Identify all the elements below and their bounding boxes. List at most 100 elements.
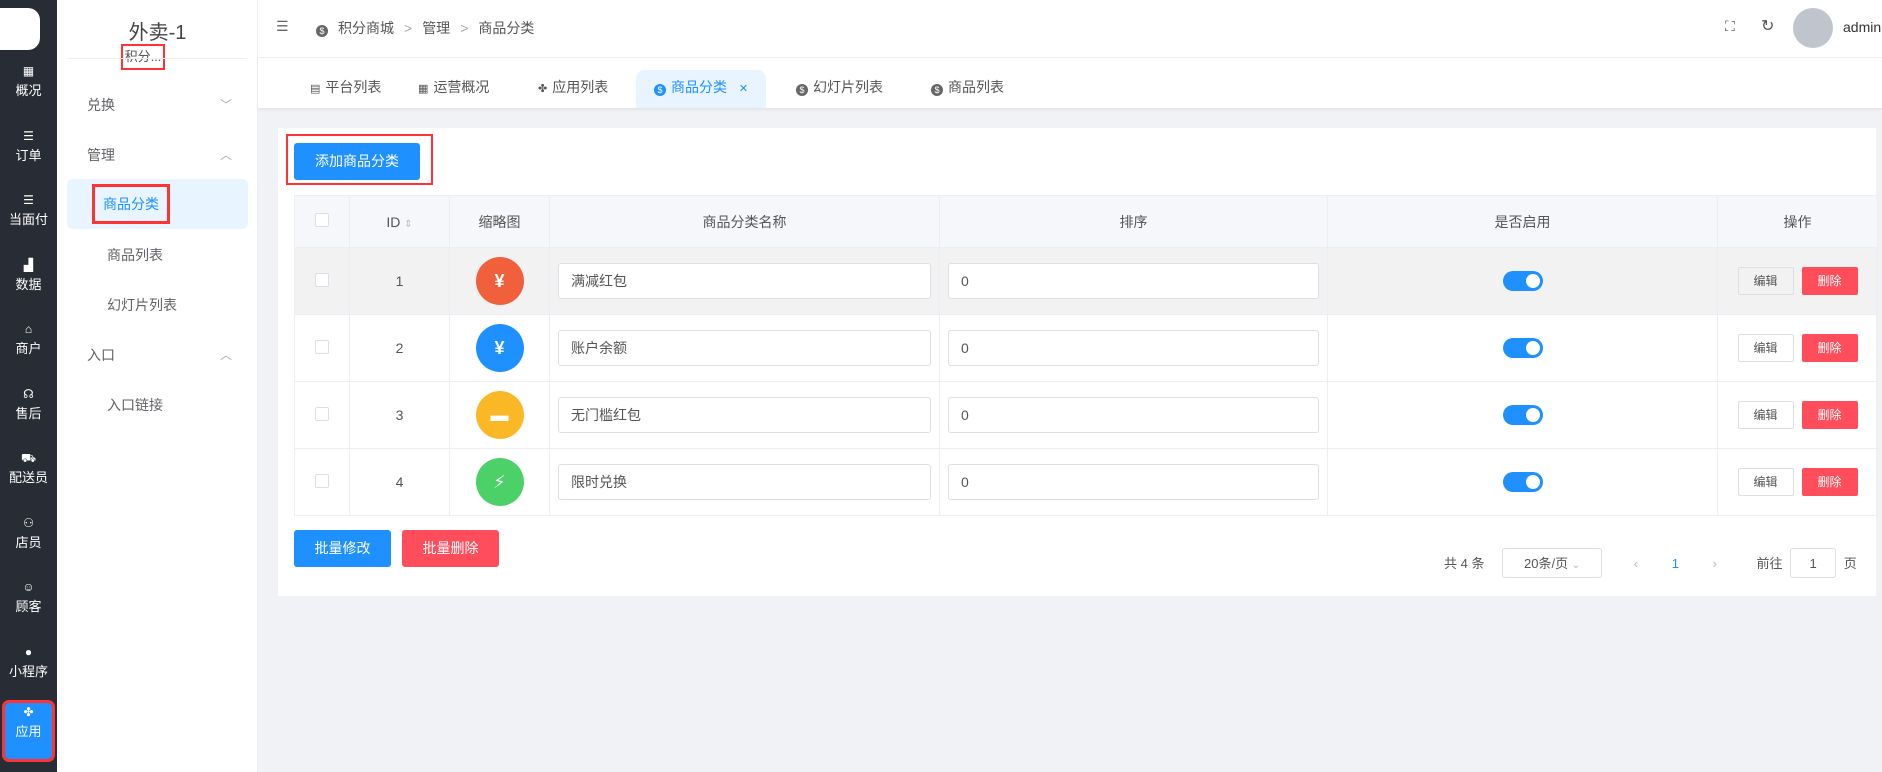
menu-item[interactable]: 商品列表 bbox=[57, 235, 258, 275]
nav-item[interactable]: ⚇ 店员 bbox=[0, 514, 57, 570]
close-icon[interactable]: ✕ bbox=[739, 83, 748, 95]
tab[interactable]: $ 幻灯片列表 bbox=[778, 70, 901, 108]
nav-label: 数据 bbox=[15, 276, 42, 292]
row-checkbox[interactable] bbox=[315, 272, 329, 287]
nav-item[interactable]: ☺ 顾客 bbox=[0, 578, 57, 634]
sort-input[interactable]: 0 bbox=[948, 397, 1319, 433]
row-checkbox[interactable] bbox=[315, 339, 329, 354]
col-id[interactable]: ID ⇕ bbox=[349, 195, 450, 248]
batch-edit-button[interactable]: 批量修改 bbox=[294, 530, 391, 567]
headset-icon: ☊ bbox=[23, 386, 34, 401]
delete-button[interactable]: 删除 bbox=[1801, 401, 1858, 429]
edit-button[interactable]: 编辑 bbox=[1737, 468, 1794, 496]
dashboard-icon: ▦ bbox=[22, 64, 35, 78]
sort-input[interactable]: 0 bbox=[948, 464, 1319, 500]
fullscreen-icon[interactable]: ⛶ bbox=[1725, 18, 1735, 35]
store-title: 外卖-1 bbox=[128, 22, 187, 44]
pagination: 共 4 条 20条/页 ⌄ ‹ 1 › 前往 1 页 bbox=[1444, 548, 1857, 579]
breadcrumb-item[interactable]: 管理 bbox=[422, 20, 450, 36]
menu-item[interactable]: 兑换 ﹀ bbox=[57, 85, 258, 125]
nav-item[interactable]: ⌂ 商户 bbox=[0, 320, 57, 376]
page-1[interactable]: 1 bbox=[1672, 556, 1679, 571]
batch-delete-button[interactable]: 批量删除 bbox=[402, 530, 499, 567]
col-sort: 排序 bbox=[939, 195, 1328, 248]
add-category-button[interactable]: 添加商品分类 bbox=[294, 143, 420, 180]
username[interactable]: admin bbox=[1843, 19, 1881, 35]
tab[interactable]: ▤ 平台列表 bbox=[292, 70, 399, 108]
coin-icon: $ bbox=[931, 84, 943, 96]
menu-item[interactable]: 入口链接 bbox=[57, 385, 258, 425]
table-row: 3 ▬ 无门槛红包 0 编辑 删除 bbox=[294, 381, 1878, 449]
name-input[interactable]: 满减红包 bbox=[558, 263, 931, 299]
page-suffix: 页 bbox=[1843, 556, 1857, 571]
nav-label: 概况 bbox=[15, 83, 42, 98]
enabled-toggle[interactable] bbox=[1502, 472, 1543, 492]
menu-item[interactable]: 管理 ︿ bbox=[57, 135, 258, 175]
nav-item[interactable]: ⛟ 配送员 bbox=[0, 449, 57, 505]
delete-button[interactable]: 删除 bbox=[1801, 267, 1858, 295]
apps-icon: ✤ bbox=[538, 83, 548, 95]
list-icon: ☰ bbox=[23, 128, 34, 143]
name-input[interactable]: 账户余额 bbox=[558, 330, 931, 366]
nav-item[interactable]: ☰ 订单 bbox=[0, 127, 57, 183]
select-all-checkbox[interactable] bbox=[315, 213, 329, 227]
nav-label: 商户 bbox=[15, 341, 42, 356]
col-thumb: 缩略图 bbox=[449, 195, 550, 248]
tab-bar: ▤ 平台列表 ▦ 运营概况 ✤ 应用列表 $ 商品分类 ✕ $ 幻灯片列表 $ 商品列表 bbox=[258, 58, 1882, 108]
apps-icon: ✤ bbox=[23, 705, 34, 719]
grid-icon: ▦ bbox=[418, 83, 429, 95]
row-id: 1 bbox=[349, 247, 450, 315]
tab[interactable]: $ 商品分类 ✕ bbox=[636, 70, 767, 108]
total-count: 共 4 条 bbox=[1444, 556, 1485, 571]
coin-icon: $ bbox=[654, 84, 666, 96]
bar-chart-icon: ▟ bbox=[23, 257, 34, 272]
list-icon: ☰ bbox=[23, 193, 34, 207]
tab[interactable]: ▦ 运营概况 bbox=[400, 70, 507, 108]
sort-input[interactable]: 0 bbox=[948, 330, 1319, 366]
nav-item[interactable]: ☊ 售后 bbox=[0, 385, 57, 441]
enabled-toggle[interactable] bbox=[1502, 405, 1543, 425]
delete-button[interactable]: 删除 bbox=[1801, 334, 1858, 362]
avatar[interactable] bbox=[1793, 8, 1833, 48]
app-subtitle[interactable]: 积分... bbox=[121, 44, 165, 70]
page-size-select[interactable]: 20条/页 ⌄ bbox=[1502, 548, 1603, 578]
nav-label: 配送员 bbox=[8, 470, 48, 485]
collapse-menu-icon[interactable]: ☰ bbox=[276, 18, 289, 35]
enabled-toggle[interactable] bbox=[1502, 338, 1543, 358]
menu-item[interactable]: 商品分类 bbox=[67, 179, 248, 229]
edit-button[interactable]: 编辑 bbox=[1737, 401, 1794, 429]
nav-item[interactable]: ● 小程序 bbox=[0, 643, 57, 699]
chevron-down-icon: ﹀ bbox=[219, 98, 232, 112]
row-id: 2 bbox=[349, 314, 450, 382]
nav-item[interactable]: ▟ 数据 bbox=[0, 256, 57, 312]
edit-button[interactable]: 编辑 bbox=[1737, 267, 1794, 295]
row-checkbox[interactable] bbox=[315, 406, 329, 421]
breadcrumb-item[interactable]: 积分商城 bbox=[338, 20, 394, 36]
edit-button[interactable]: 编辑 bbox=[1737, 334, 1794, 362]
sort-input[interactable]: 0 bbox=[948, 263, 1319, 299]
prev-page-button[interactable]: ‹ bbox=[1634, 556, 1638, 571]
thumbnail-image: ▬ bbox=[475, 391, 524, 439]
tab[interactable]: $ 商品列表 bbox=[913, 70, 1022, 108]
col-enabled: 是否启用 bbox=[1327, 195, 1718, 248]
refresh-icon[interactable]: ↻ bbox=[1761, 16, 1774, 36]
content-card: 添加商品分类 ID ⇕ 缩略图 商品分类名称 排序 是否启用 操作 1 ¥ 满减… bbox=[278, 128, 1878, 596]
store-icon: ⌂ bbox=[24, 322, 33, 336]
breadcrumb-item: 商品分类 bbox=[478, 20, 535, 36]
enabled-toggle[interactable] bbox=[1502, 271, 1543, 291]
nav-item[interactable]: ✤ 应用 bbox=[2, 700, 55, 762]
tab[interactable]: ✤ 应用列表 bbox=[520, 70, 626, 108]
sort-icon: ⇕ bbox=[404, 218, 413, 230]
row-id: 4 bbox=[349, 448, 450, 516]
delete-button[interactable]: 删除 bbox=[1801, 468, 1858, 496]
nav-item[interactable]: ▦ 概况 bbox=[0, 62, 57, 118]
next-page-button[interactable]: › bbox=[1713, 556, 1717, 571]
nav-item[interactable]: ☰ 当面付 bbox=[0, 191, 57, 247]
row-checkbox[interactable] bbox=[315, 473, 329, 488]
name-input[interactable]: 限时兑换 bbox=[558, 464, 931, 500]
thumbnail-image: ¥ bbox=[475, 324, 524, 372]
name-input[interactable]: 无门槛红包 bbox=[558, 397, 931, 433]
menu-item[interactable]: 幻灯片列表 bbox=[57, 285, 258, 325]
goto-input[interactable]: 1 bbox=[1790, 548, 1837, 578]
menu-item[interactable]: 入口 ︿ bbox=[57, 335, 258, 375]
